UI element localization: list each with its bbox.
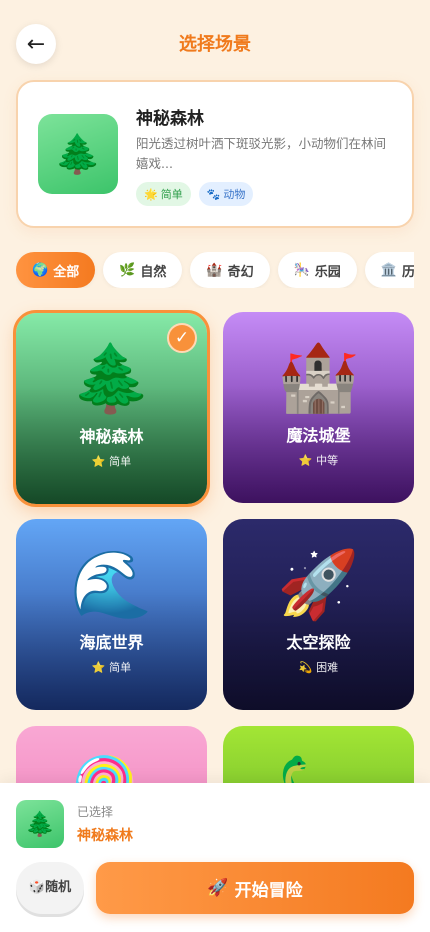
start-adventure-button[interactable]: 🚀 开始冒险: [96, 862, 414, 914]
selected-label: 已选择: [77, 805, 114, 819]
category-chip-history[interactable]: 🏛️ 历史: [364, 252, 414, 288]
scene-card-ocean[interactable]: 🌊 海底世界 ⭐ 简单: [16, 519, 207, 710]
dizzy-star-icon: 💫: [298, 661, 313, 674]
scene-preview-card: 🌲 神秘森林 阳光透过树叶洒下斑驳光影，小动物们在林间嬉戏... 🌟 简单 🐾 …: [16, 80, 414, 228]
bottom-action-panel: 🌲 已选择 神秘森林 🎲 随机 🚀 开始冒险: [0, 783, 430, 932]
tree-icon: 🌲: [16, 800, 64, 848]
rocket-icon: 🚀: [207, 878, 229, 898]
castle-icon: 🏰: [277, 339, 360, 416]
scene-card-candy[interactable]: 🍭: [16, 726, 207, 783]
dinosaur-icon: 🦕: [223, 756, 414, 784]
start-label: 开始冒险: [234, 880, 303, 901]
classical-building-icon: 🏛️: [380, 262, 397, 278]
page-title: 选择场景: [179, 34, 251, 55]
herb-icon: 🌿: [119, 262, 136, 278]
chip-label: 乐园: [314, 264, 341, 280]
chip-label: 自然: [140, 264, 167, 280]
globe-icon: 🌍: [32, 262, 49, 278]
carousel-icon: 🎠: [293, 262, 310, 278]
tag-label: 动物: [223, 188, 246, 201]
scene-name: 海底世界: [79, 633, 144, 652]
scene-name: 太空探险: [286, 633, 351, 652]
tree-icon: 🌲: [38, 114, 118, 194]
scene-card-castle[interactable]: 🏰 魔法城堡 ⭐ 中等: [223, 312, 414, 503]
check-icon: ✓: [167, 323, 197, 353]
wave-icon: 🌊: [70, 546, 153, 623]
scene-name: 魔法城堡: [286, 426, 351, 445]
category-chip-park[interactable]: 🎠 乐园: [277, 252, 357, 288]
scene-difficulty: ⭐ 简单: [16, 659, 207, 675]
scene-difficulty: ⭐ 中等: [223, 452, 414, 468]
scene-difficulty: 💫 困难: [223, 659, 414, 675]
scene-card-forest[interactable]: 🌲 神秘森林 ⭐ 简单 ✓: [13, 310, 210, 507]
paw-icon: 🐾: [206, 187, 221, 201]
preview-title: 神秘森林: [136, 109, 204, 129]
category-chip-fantasy[interactable]: 🏰 奇幻: [190, 252, 270, 288]
tag-label: 简单: [160, 188, 183, 201]
difficulty-label: 困难: [316, 661, 339, 674]
scene-grid: 🌲 神秘森林 ⭐ 简单 ✓ 🏰 魔法城堡 ⭐ 中等 🌊 海底世界 ⭐ 简单 🚀 …: [0, 296, 430, 783]
preview-tags: 🌟 简单 🐾 动物: [136, 182, 254, 206]
category-chip-all[interactable]: 🌍 全部: [16, 252, 96, 288]
difficulty-label: 简单: [109, 455, 132, 468]
scene-card-dinosaur[interactable]: 🦕: [223, 726, 414, 783]
difficulty-tag: 🌟 简单: [136, 182, 191, 206]
star-icon: 🌟: [144, 187, 158, 201]
castle-icon: 🏰: [206, 262, 223, 278]
tree-icon: 🌲: [70, 340, 153, 417]
chip-label: 历史: [402, 264, 414, 280]
rocket-icon: 🚀: [277, 546, 360, 623]
difficulty-label: 简单: [109, 661, 132, 674]
random-button[interactable]: 🎲 随机: [16, 862, 84, 914]
chip-label: 全部: [53, 264, 80, 280]
theme-tag: 🐾 动物: [198, 182, 254, 206]
scene-difficulty: ⭐ 简单: [16, 453, 207, 469]
chip-label: 奇幻: [227, 264, 254, 280]
lollipop-icon: 🍭: [16, 756, 207, 784]
star-icon: ⭐: [91, 455, 106, 468]
top-bar: ← 选择场景: [0, 0, 430, 84]
scene-card-space[interactable]: 🚀 太空探险 💫 困难: [223, 519, 414, 710]
category-chip-nature[interactable]: 🌿 自然: [103, 252, 183, 288]
difficulty-label: 中等: [316, 454, 339, 467]
star-icon: ⭐: [91, 661, 106, 674]
random-label: 随机: [45, 880, 72, 895]
preview-description: 阳光透过树叶洒下斑驳光影，小动物们在林间嬉戏...: [136, 136, 387, 171]
star-icon: ⭐: [298, 454, 313, 467]
dice-icon: 🎲: [28, 880, 46, 895]
category-filter: 🌍 全部 🌿 自然 🏰 奇幻 🎠 乐园 🏛️ 历史: [16, 252, 414, 288]
scene-name: 神秘森林: [79, 427, 144, 446]
selected-scene-name: 神秘森林: [77, 828, 133, 844]
